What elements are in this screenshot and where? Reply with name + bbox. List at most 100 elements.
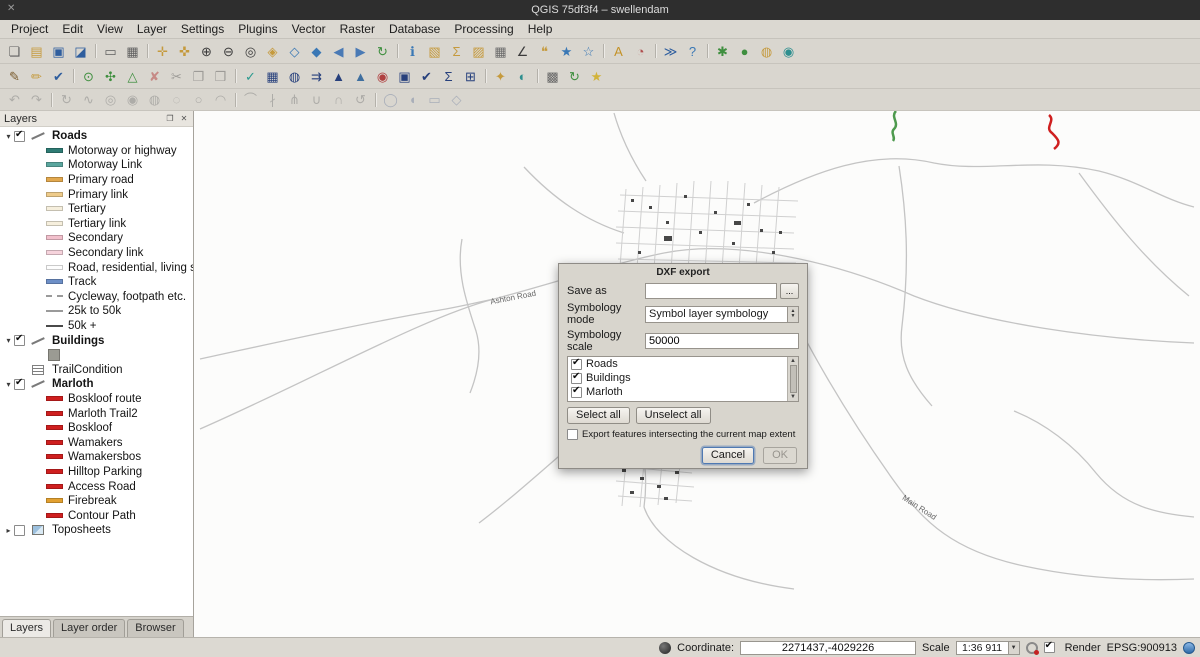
check-geometry-icon[interactable]: ✓	[240, 66, 261, 86]
merge-attributes-icon[interactable]: ∩	[328, 90, 349, 110]
layer-item[interactable]: 25k to 50k	[0, 304, 193, 319]
zoom-last-icon[interactable]: ◀	[328, 41, 349, 61]
dxf-layer-checkbox[interactable]	[571, 373, 582, 384]
list-scrollbar[interactable]: ▲ ▼	[787, 357, 798, 401]
save-project-icon[interactable]: ▣	[48, 41, 69, 61]
layer-item[interactable]: Toposheets	[0, 523, 193, 538]
layer-item[interactable]: Marloth Trail2	[0, 406, 193, 421]
window-close-icon[interactable]: ✕	[7, 3, 15, 14]
checker-icon[interactable]: ▩	[542, 66, 563, 86]
globe-icon[interactable]: ◉	[778, 41, 799, 61]
coordinate-capture-icon[interactable]	[659, 642, 671, 654]
layer-item[interactable]: Cycleway, footpath etc.	[0, 290, 193, 305]
help-icon[interactable]: ?	[682, 41, 703, 61]
dxf-layer-checkbox[interactable]	[571, 387, 582, 398]
layer-item[interactable]: Firebreak	[0, 494, 193, 509]
menu-edit[interactable]: Edit	[55, 20, 90, 39]
layer-item[interactable]: Motorway or highway	[0, 144, 193, 159]
new-composer-icon[interactable]: ▭	[100, 41, 121, 61]
deselect-all-icon[interactable]: ▨	[468, 41, 489, 61]
layer-item[interactable]: Roads	[0, 129, 193, 144]
layer-item[interactable]: Wamakersbos	[0, 450, 193, 465]
layer-item[interactable]: Tertiary	[0, 202, 193, 217]
diagram-icon[interactable]: ◔	[630, 41, 651, 61]
layer-item[interactable]: Wamakers	[0, 435, 193, 450]
layer-item[interactable]	[0, 348, 193, 363]
browse-button[interactable]: ...	[780, 283, 799, 299]
zonal-statistics-icon[interactable]: Σ	[438, 66, 459, 86]
dxf-layer-checkbox[interactable]	[571, 359, 582, 370]
topology-checker-icon[interactable]: ✔	[416, 66, 437, 86]
rectangle-shape-icon[interactable]: ▭	[424, 90, 445, 110]
terrain-analysis-icon[interactable]: ▲	[350, 66, 371, 86]
layer-item[interactable]: Track	[0, 275, 193, 290]
add-part-icon[interactable]: ◉	[122, 90, 143, 110]
menu-raster[interactable]: Raster	[333, 20, 382, 39]
add-ring-icon[interactable]: ◎	[100, 90, 121, 110]
zoom-to-selection-icon[interactable]: ◇	[284, 41, 305, 61]
heatmap-icon[interactable]: ◉	[372, 66, 393, 86]
attribute-table-icon[interactable]: ▦	[490, 41, 511, 61]
combo-spinner-icon[interactable]: ▲▼	[787, 307, 798, 322]
render-checkbox[interactable]	[1044, 642, 1055, 653]
expander-icon[interactable]	[3, 526, 14, 535]
show-bookmarks-icon[interactable]: ☆	[578, 41, 599, 61]
menu-view[interactable]: View	[90, 20, 130, 39]
simplify-feature-icon[interactable]: ∿	[78, 90, 99, 110]
split-parts-icon[interactable]: ⋔	[284, 90, 305, 110]
polygon-shape-icon[interactable]: ◇	[446, 90, 467, 110]
interpolation-icon[interactable]: ▲	[328, 66, 349, 86]
menu-vector[interactable]: Vector	[285, 20, 333, 39]
labeling-icon[interactable]: A	[608, 41, 629, 61]
reshape-features-icon[interactable]: ⌒	[240, 90, 261, 110]
select-by-expression-icon[interactable]: Σ	[446, 41, 467, 61]
measure-icon[interactable]: ∠	[512, 41, 533, 61]
symbology-mode-select[interactable]: Symbol layer symbology ▲▼	[645, 306, 799, 323]
pan-to-selection-icon[interactable]: ✜	[174, 41, 195, 61]
vector-grid-icon[interactable]: ▦	[262, 66, 283, 86]
ok-button[interactable]: OK	[763, 447, 797, 464]
delete-ring-icon[interactable]: ◌	[166, 90, 187, 110]
osm-tools-icon[interactable]: ◍	[756, 41, 777, 61]
rotate-point-symbols-icon[interactable]: ↺	[350, 90, 371, 110]
panel-close-icon[interactable]: ✕	[179, 114, 189, 123]
cancel-button[interactable]: Cancel	[702, 447, 754, 464]
delete-selected-icon[interactable]: ✘	[144, 66, 165, 86]
zoom-out-icon[interactable]: ⊖	[218, 41, 239, 61]
menu-project[interactable]: Project	[4, 20, 55, 39]
ellipse-shape-icon[interactable]: ◖	[402, 90, 423, 110]
scroll-down-icon[interactable]: ▼	[790, 394, 796, 400]
stop-render-icon[interactable]	[1026, 642, 1038, 654]
dxf-layer-item[interactable]: Roads	[568, 357, 798, 371]
tab-layers[interactable]: Layers	[2, 619, 51, 637]
zoom-native-icon[interactable]: ◎	[240, 41, 261, 61]
open-project-icon[interactable]: ▤	[26, 41, 47, 61]
chevron-down-icon[interactable]: ▼	[1008, 642, 1019, 654]
layer-item[interactable]: Boskloof route	[0, 392, 193, 407]
select-all-button[interactable]: Select all	[567, 407, 630, 424]
map-tips-icon[interactable]: ❝	[534, 41, 555, 61]
layer-item[interactable]: Hilltop Parking	[0, 465, 193, 480]
menu-layer[interactable]: Layer	[130, 20, 174, 39]
spatial-join-icon[interactable]: ⊞	[460, 66, 481, 86]
style-manager-icon[interactable]: ✦	[490, 66, 511, 86]
scale-select[interactable]: 1:36 911 ▼	[956, 641, 1020, 655]
tab-layer-order[interactable]: Layer order	[53, 619, 125, 637]
circle-shape-icon[interactable]: ◯	[380, 90, 401, 110]
move-feature-icon[interactable]: ✣	[100, 66, 121, 86]
menu-processing[interactable]: Processing	[447, 20, 520, 39]
save-layer-edits-icon[interactable]: ✔	[48, 66, 69, 86]
layer-item[interactable]: Marloth	[0, 377, 193, 392]
layer-item[interactable]: Primary link	[0, 187, 193, 202]
split-features-icon[interactable]: ∤	[262, 90, 283, 110]
coordinate-input[interactable]	[740, 641, 916, 655]
panel-float-icon[interactable]: ❐	[165, 114, 175, 123]
layer-checkbox[interactable]	[14, 379, 25, 390]
refresh-map-icon[interactable]: ↻	[372, 41, 393, 61]
grass-tools-icon[interactable]: ●	[734, 41, 755, 61]
map-canvas[interactable]: Ashton Road Main Road DXF export Save as…	[194, 111, 1200, 637]
extent-checkbox[interactable]	[567, 429, 578, 440]
layer-item[interactable]: Secondary link	[0, 246, 193, 261]
expander-icon[interactable]	[3, 336, 14, 345]
favorites-icon[interactable]: ★	[586, 66, 607, 86]
